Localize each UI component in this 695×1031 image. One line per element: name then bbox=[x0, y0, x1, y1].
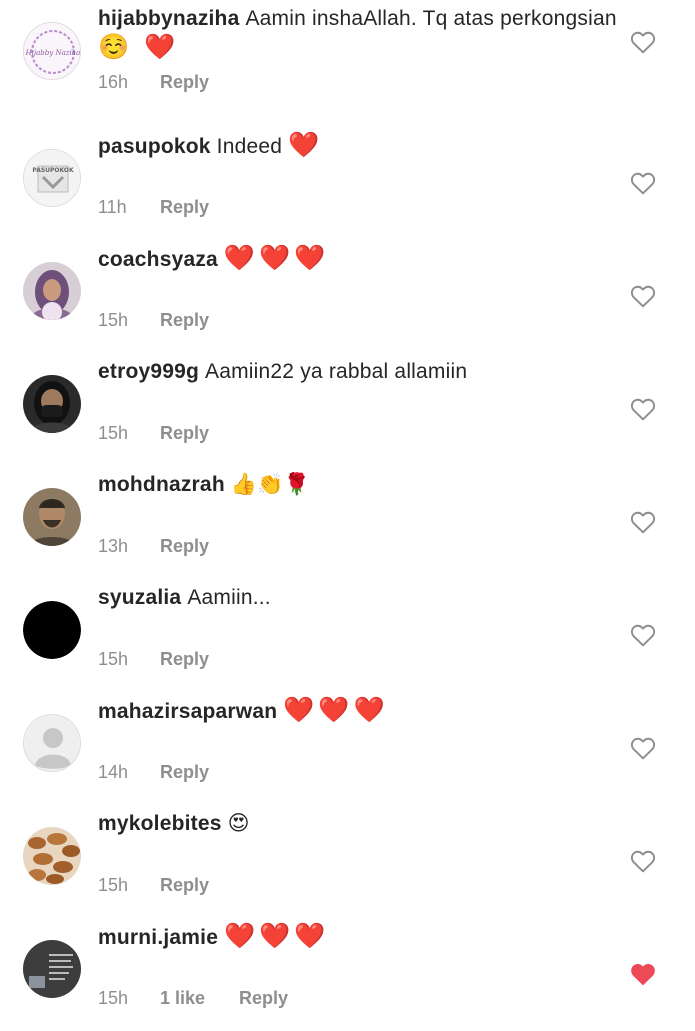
comment-body: mohdnazrah 👍👏🌹 bbox=[98, 470, 618, 499]
avatar[interactable] bbox=[23, 714, 81, 772]
comment-emoji: ☺️ ❤️ bbox=[98, 33, 180, 61]
comment-meta: 13h Reply bbox=[98, 536, 209, 557]
comment-item: mykolebites 😍 15h Reply bbox=[0, 805, 695, 918]
heart-outline-icon bbox=[630, 31, 656, 54]
comment-text: Aamiin... bbox=[187, 586, 271, 609]
reply-button[interactable]: Reply bbox=[160, 875, 209, 896]
avatar[interactable] bbox=[23, 262, 81, 320]
like-button[interactable] bbox=[630, 962, 656, 986]
like-button[interactable] bbox=[630, 736, 656, 760]
reply-button[interactable]: Reply bbox=[160, 72, 209, 93]
comment-item: etroy999g Aamiin22 ya rabbal allamiin 15h… bbox=[0, 353, 695, 466]
comment-username[interactable]: mohdnazrah bbox=[98, 473, 225, 496]
heart-outline-icon bbox=[630, 737, 656, 760]
heart-filled-icon bbox=[631, 963, 655, 986]
avatar-logo-text: PASUPOKOK bbox=[32, 167, 74, 174]
like-button[interactable] bbox=[630, 397, 656, 421]
comment-meta: 15h Reply bbox=[98, 649, 209, 670]
like-button[interactable] bbox=[630, 171, 656, 195]
comment-username[interactable]: coachsyaza bbox=[98, 248, 218, 271]
comment-timestamp: 15h bbox=[98, 988, 129, 1008]
avatar[interactable]: PASUPOKOK bbox=[23, 149, 81, 207]
comment-emoji: 👍👏🌹 bbox=[230, 473, 310, 496]
comment-timestamp: 15h bbox=[98, 310, 129, 330]
like-button[interactable] bbox=[630, 30, 656, 54]
comment-meta: 15h Reply bbox=[98, 310, 209, 331]
like-count[interactable]: 1 like bbox=[160, 988, 205, 1009]
reply-button[interactable]: Reply bbox=[160, 423, 209, 444]
comment-text: Aamiin22 ya rabbal allamiin bbox=[205, 360, 468, 383]
comment-username[interactable]: syuzalia bbox=[98, 586, 181, 609]
reply-button[interactable]: Reply bbox=[160, 762, 209, 783]
comment-body: etroy999g Aamiin22 ya rabbal allamiin bbox=[98, 357, 618, 386]
heart-outline-icon bbox=[630, 172, 656, 195]
comment-timestamp: 11h bbox=[98, 197, 127, 217]
comment-timestamp: 15h bbox=[98, 423, 129, 443]
comment-body: mykolebites 😍 bbox=[98, 809, 618, 838]
comment-username[interactable]: murni.jamie bbox=[98, 926, 218, 949]
comment-timestamp: 14h bbox=[98, 762, 129, 782]
default-profile-icon bbox=[24, 715, 80, 771]
heart-outline-icon bbox=[630, 511, 656, 534]
comment-item: PASUPOKOK pasupokok Indeed ❤️ 11h Reply bbox=[0, 127, 695, 240]
comment-username[interactable]: etroy999g bbox=[98, 360, 199, 383]
comment-text: Indeed bbox=[216, 135, 283, 158]
comment-meta: 16h Reply bbox=[98, 72, 209, 93]
avatar-logo-text: Hijabby Naziha bbox=[25, 49, 81, 57]
heart-outline-icon bbox=[630, 850, 656, 873]
comment-emoji: ❤️❤️❤️ bbox=[224, 922, 330, 950]
avatar[interactable]: Hijabby Naziha bbox=[23, 22, 81, 80]
comment-meta: 11h Reply bbox=[98, 197, 209, 218]
comment-meta: 14h Reply bbox=[98, 762, 209, 783]
comment-item: coachsyaza ❤️❤️❤️ 15h Reply bbox=[0, 240, 695, 353]
comment-item: Hijabby Naziha hijabbynaziha Aamin inshaA… bbox=[0, 0, 695, 113]
avatar[interactable] bbox=[23, 940, 81, 998]
comment-meta: 15h Reply bbox=[98, 875, 209, 896]
comment-username[interactable]: mykolebites bbox=[98, 812, 222, 835]
like-button[interactable] bbox=[630, 284, 656, 308]
reply-button[interactable]: Reply bbox=[160, 197, 209, 218]
comment-timestamp: 15h bbox=[98, 649, 129, 669]
comment-body: murni.jamie ❤️❤️❤️ bbox=[98, 922, 618, 952]
avatar[interactable] bbox=[23, 827, 81, 885]
comment-username[interactable]: pasupokok bbox=[98, 135, 211, 158]
comment-text: Aamin inshaAllah. Tq atas perkongsian bbox=[245, 7, 617, 30]
comment-timestamp: 15h bbox=[98, 875, 129, 895]
comment-emoji: 😍 bbox=[227, 812, 250, 835]
comment-username[interactable]: mahazirsaparwan bbox=[98, 700, 277, 723]
comment-emoji: ❤️❤️❤️ bbox=[223, 244, 330, 272]
comment-timestamp: 16h bbox=[98, 72, 129, 92]
comment-body: mahazirsaparwan ❤️❤️❤️ bbox=[98, 696, 618, 726]
heart-outline-icon bbox=[630, 624, 656, 647]
comment-meta: 15h 1 like Reply bbox=[98, 988, 288, 1009]
like-button[interactable] bbox=[630, 623, 656, 647]
comment-item: mahazirsaparwan ❤️❤️❤️ 14h Reply bbox=[0, 692, 695, 805]
comment-username[interactable]: hijabbynaziha bbox=[98, 7, 239, 30]
heart-outline-icon bbox=[630, 398, 656, 421]
comment-item: syuzalia Aamiin... 15h Reply bbox=[0, 579, 695, 692]
comment-emoji: ❤️ bbox=[288, 131, 324, 159]
comment-item: murni.jamie ❤️❤️❤️ 15h 1 like Reply bbox=[0, 918, 695, 1031]
reply-button[interactable]: Reply bbox=[160, 536, 209, 557]
avatar[interactable] bbox=[23, 375, 81, 433]
avatar[interactable] bbox=[23, 601, 81, 659]
reply-button[interactable]: Reply bbox=[239, 988, 288, 1009]
reply-button[interactable]: Reply bbox=[160, 649, 209, 670]
like-button[interactable] bbox=[630, 849, 656, 873]
comment-item: mohdnazrah 👍👏🌹 13h Reply bbox=[0, 466, 695, 579]
avatar[interactable] bbox=[23, 488, 81, 546]
heart-outline-icon bbox=[630, 285, 656, 308]
comment-body: coachsyaza ❤️❤️❤️ bbox=[98, 244, 618, 274]
comment-timestamp: 13h bbox=[98, 536, 129, 556]
comment-body: syuzalia Aamiin... bbox=[98, 583, 618, 612]
comment-body: pasupokok Indeed ❤️ bbox=[98, 131, 618, 161]
comment-meta: 15h Reply bbox=[98, 423, 209, 444]
like-button[interactable] bbox=[630, 510, 656, 534]
reply-button[interactable]: Reply bbox=[160, 310, 209, 331]
comment-emoji: ❤️❤️❤️ bbox=[283, 696, 389, 724]
comment-body: hijabbynaziha Aamin inshaAllah. Tq atas p… bbox=[98, 4, 618, 63]
